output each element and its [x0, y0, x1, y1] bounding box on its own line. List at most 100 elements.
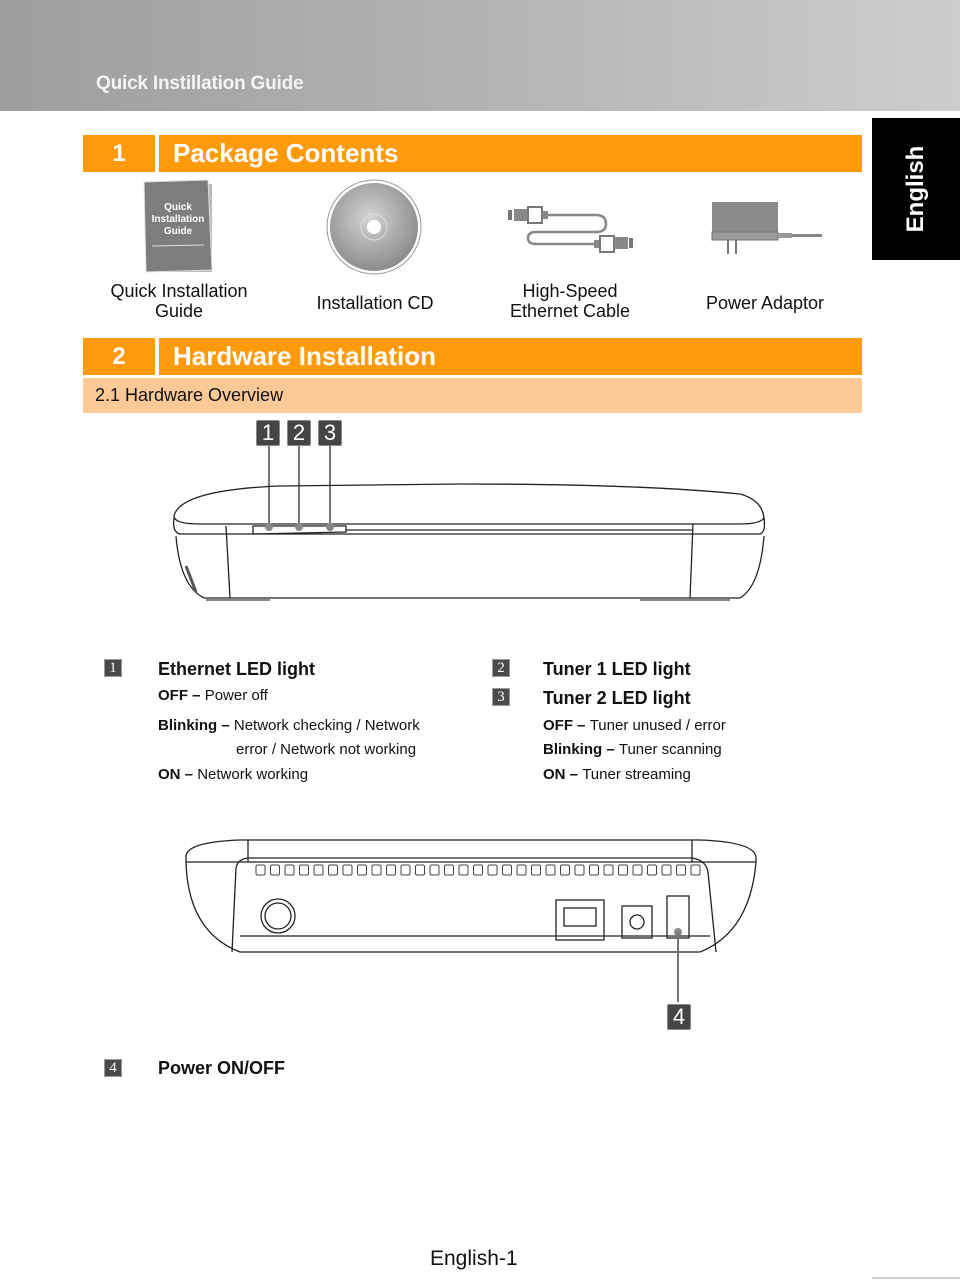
vent-slot [270, 864, 280, 876]
label-line: Guide [154, 301, 204, 321]
vent-slot [386, 864, 396, 876]
state-sep: – [573, 717, 590, 734]
booklet-text-3: Guide [164, 226, 193, 237]
tuner2-led-title: Tuner 2 LED light [543, 688, 691, 708]
vent-slot [313, 864, 324, 876]
document-title: Quick Instillation Guide [96, 73, 304, 94]
tuner-state-on: ON – Tuner streaming [543, 766, 691, 783]
vent-slot [458, 864, 469, 876]
vent-slot [415, 864, 425, 876]
callout-badge-3: 3 [318, 420, 342, 446]
vent-slot [357, 864, 367, 876]
vent-slot [589, 864, 599, 876]
vent-slot [429, 864, 440, 876]
label-line: Installation CD [316, 293, 434, 313]
state-sep: – [180, 766, 198, 783]
vent-slot [632, 864, 643, 876]
section-header-hardware-installation: 2 Hardware Installation [83, 338, 862, 375]
ethernet-state-blinking-cont: error / Network not working [236, 741, 416, 758]
section-number: 1 [83, 135, 159, 172]
state-desc: Power off [204, 687, 268, 704]
state-desc: Network working [197, 766, 309, 783]
vent-slot [603, 864, 614, 876]
vent-slot [647, 864, 657, 876]
vent-slot [690, 864, 701, 876]
state-name: Blinking [158, 717, 218, 734]
state-desc: Network checking / Network [233, 717, 420, 734]
booklet-text-2: Installation [152, 214, 205, 225]
booklet-text-1: Quick [164, 202, 192, 213]
label-line: Power Adaptor [705, 293, 825, 313]
vent-slot [299, 864, 309, 876]
label-line: Ethernet Cable [509, 301, 631, 321]
section-title: Package Contents [173, 138, 399, 168]
device-front-view [172, 446, 766, 601]
vent-slot [328, 864, 338, 876]
tuner1-led-title: Tuner 1 LED light [543, 659, 691, 679]
subsection-hardware-overview: 2.1 Hardware Overview [83, 378, 862, 413]
page-number: English-1 [430, 1247, 518, 1270]
state-name: OFF [543, 717, 573, 734]
legend-badge-3: 3 [492, 688, 510, 706]
package-item-label-adaptor: Power Adaptor [690, 293, 840, 313]
tuner-state-blinking: Blinking – Tuner scanning [543, 741, 722, 758]
vent-slot [342, 864, 353, 876]
vent-slot [661, 864, 672, 876]
ethernet-state-blinking: Blinking – Network checking / Network [158, 717, 420, 734]
vent-slot [502, 864, 512, 876]
section-header-package-contents: 1 Package Contents [83, 135, 862, 172]
state-name: OFF [158, 687, 188, 704]
ethernet-cable-icon [508, 206, 633, 253]
callout-badge-1: 1 [256, 420, 280, 446]
label-line: High-Speed [522, 281, 618, 301]
state-desc: Tuner unused / error [589, 717, 726, 734]
vent-slot [676, 864, 686, 876]
legend-badge-4: 4 [104, 1059, 122, 1077]
vent-slot [371, 864, 382, 876]
state-desc: error / Network not working [236, 741, 417, 758]
state-name: ON [158, 766, 181, 783]
state-desc: Tuner streaming [582, 766, 691, 783]
vent-slot [574, 864, 585, 876]
tuner-state-off: OFF – Tuner unused / error [543, 717, 726, 734]
ethernet-state-off: OFF – Power off [158, 687, 268, 704]
footer-rule [872, 1277, 960, 1279]
vent-slot [400, 864, 411, 876]
language-tab: English [872, 118, 960, 260]
header-band: Quick Instillation Guide [0, 0, 960, 111]
vent-slot [618, 864, 628, 876]
cd-icon [326, 179, 422, 275]
state-sep: – [188, 687, 205, 704]
state-name: Blinking [543, 741, 603, 758]
vent-slot [560, 864, 570, 876]
state-sep: – [565, 766, 583, 783]
booklet-icon: Quick Installation Guide [143, 179, 213, 273]
vent-slot [255, 864, 266, 876]
language-label: English [902, 145, 929, 233]
vent-slot [531, 864, 541, 876]
vent-slot [473, 864, 483, 876]
package-item-label-guide: Quick Installation Guide [100, 281, 258, 321]
vent-slot [487, 864, 498, 876]
ethernet-state-on: ON – Network working [158, 766, 308, 783]
label-line: Quick Installation [110, 281, 248, 301]
device-rear-view [185, 839, 757, 1002]
callout-badge-4: 4 [667, 1004, 691, 1030]
ethernet-led-title: Ethernet LED light [158, 659, 315, 679]
legend-badge-2: 2 [492, 659, 510, 677]
power-title: Power ON/OFF [158, 1058, 286, 1078]
package-item-label-cd: Installation CD [300, 293, 450, 313]
callout-badge-2: 2 [287, 420, 311, 446]
legend-badge-1: 1 [104, 659, 122, 677]
section-number: 2 [83, 338, 159, 375]
power-adaptor-icon [711, 202, 822, 254]
vent-slot [284, 864, 295, 876]
state-name: ON [543, 766, 566, 783]
state-desc: Tuner scanning [618, 741, 722, 758]
vent-slot [516, 864, 527, 876]
section-title: Hardware Installation [173, 341, 436, 371]
vent-slot [545, 864, 556, 876]
state-sep: – [602, 741, 619, 758]
package-item-label-cable: High-Speed Ethernet Cable [490, 281, 650, 321]
state-sep: – [217, 717, 234, 734]
